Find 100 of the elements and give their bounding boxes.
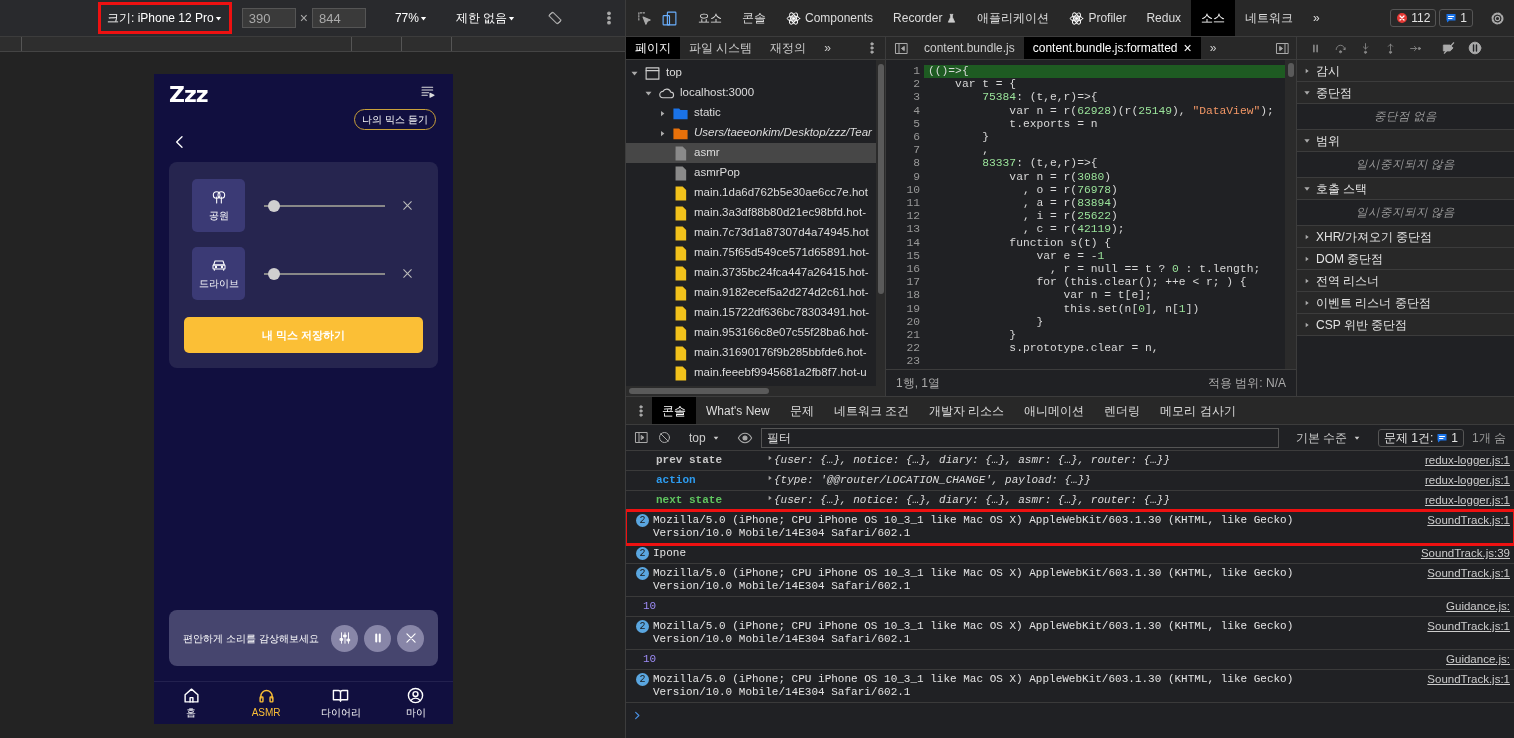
tree-item[interactable]: asmr <box>626 143 876 163</box>
more-tabs-button[interactable]: » <box>815 37 841 59</box>
drawer-tab[interactable]: 애니메이션 <box>1014 397 1095 424</box>
tree-item[interactable]: asmrPop <box>626 163 876 183</box>
pause-button[interactable] <box>364 624 391 652</box>
tree-item[interactable]: main.75f65d549ce571d65891.hot- <box>626 243 876 263</box>
drawer-tab[interactable]: 개발자 리소스 <box>919 397 1015 424</box>
tree-item[interactable]: main.feeebf9945681a2fb8f7.hot-u <box>626 363 876 383</box>
sidebar-toggle-icon[interactable] <box>634 430 649 445</box>
deactivate-breakpoints-icon[interactable] <box>1442 41 1456 55</box>
slider-thumb[interactable] <box>267 199 280 212</box>
log-level-dropdown[interactable]: 기본 수준 <box>1286 425 1370 450</box>
scrollbar-thumb[interactable] <box>629 388 769 394</box>
equalizer-button[interactable] <box>331 624 358 652</box>
panel-toggle-icon[interactable] <box>894 40 909 56</box>
tree-item[interactable]: main.7c73d1a87307d4a74945.hot <box>626 223 876 243</box>
source-link[interactable]: Guidance.js: <box>1446 653 1514 666</box>
source-link[interactable]: redux-logger.js:1 <box>1424 454 1514 467</box>
throttle-dropdown[interactable]: 제한 없음 <box>446 2 526 34</box>
sidebar-section-header[interactable]: CSP 위반 중단점 <box>1297 314 1514 336</box>
file-tab[interactable]: content.bundle.js <box>915 37 1024 59</box>
context-dropdown[interactable]: top <box>680 425 729 450</box>
drawer-tab[interactable]: 메모리 검사기 <box>1150 397 1246 424</box>
source-link[interactable]: redux-logger.js:1 <box>1424 494 1514 507</box>
devtools-tab[interactable]: 네트워크 <box>1235 0 1304 36</box>
source-link[interactable]: SoundTrack.js:39 <box>1420 547 1514 560</box>
devtools-tab[interactable]: Recorder <box>883 0 968 36</box>
tree-item[interactable]: main.1da6d762b5e30ae6cc7e.hot <box>626 183 876 203</box>
sidebar-section-header[interactable]: 호출 스택 <box>1297 178 1514 200</box>
nav-tab[interactable]: 다이어리 <box>315 686 366 720</box>
tree-item[interactable]: Users/taeeonkim/Desktop/zzz/Tear <box>626 123 876 143</box>
device-dropdown[interactable]: 크기: iPhone 12 Pro <box>98 2 232 34</box>
sidebar-section-header[interactable]: DOM 중단점 <box>1297 248 1514 270</box>
sidebar-section-header[interactable]: 감시 <box>1297 60 1514 82</box>
file-tab[interactable]: content.bundle.js:formatted × <box>1023 37 1201 59</box>
sound-tile[interactable]: 공원 <box>192 179 245 232</box>
tree-item[interactable]: main.15722df636bc78303491.hot- <box>626 303 876 323</box>
tree-item[interactable]: main.3735bc24fca447a26415.hot- <box>626 263 876 283</box>
close-tab-button[interactable]: × <box>1183 37 1192 59</box>
sidebar-section-header[interactable]: XHR/가져오기 중단점 <box>1297 226 1514 248</box>
scrollbar-thumb[interactable] <box>877 64 884 294</box>
close-button[interactable] <box>397 624 424 652</box>
height-field[interactable]: 844 <box>311 8 366 28</box>
expand-arrow-icon[interactable] <box>766 454 774 462</box>
tree-item[interactable]: main.953166c8e07c55f28ba6.hot- <box>626 323 876 343</box>
tree-item[interactable]: localhost:3000 <box>626 83 876 103</box>
devtools-tab[interactable]: Profiler <box>1059 0 1137 36</box>
width-field[interactable]: 390 <box>241 8 296 28</box>
sound-tile[interactable]: 드라이브 <box>192 247 245 300</box>
close-icon[interactable] <box>401 199 414 212</box>
more-tabs-button[interactable]: » <box>1303 0 1330 36</box>
nav-tab[interactable]: 마이 <box>390 686 441 720</box>
devtools-tab[interactable]: 애플리케이션 <box>967 0 1060 36</box>
devtools-tab[interactable]: 콘솔 <box>732 0 776 36</box>
source-link[interactable]: Guidance.js: <box>1446 600 1514 613</box>
nav-tab[interactable]: ASMR <box>241 686 292 720</box>
sidebar-section-header[interactable]: 전역 리스너 <box>1297 270 1514 292</box>
sidebar-section-header[interactable]: 중단점 <box>1297 82 1514 104</box>
tree-item[interactable]: main.3a3df88b80d21ec98bfd.hot- <box>626 203 876 223</box>
filter-field[interactable]: 필터 <box>760 427 1279 448</box>
clear-console-icon[interactable] <box>657 430 672 445</box>
more-tabs-button[interactable]: » <box>1200 37 1226 59</box>
drawer-tab[interactable]: 콘솔 <box>652 397 696 424</box>
error-count[interactable]: 112 <box>1390 9 1437 27</box>
playlist-icon[interactable] <box>420 84 436 100</box>
drawer-tab[interactable]: What's New <box>696 397 780 424</box>
source-link[interactable]: SoundTrack.js:1 <box>1427 620 1514 633</box>
panel-toggle-icon[interactable] <box>1275 40 1290 56</box>
inspect-icon[interactable] <box>636 9 653 27</box>
tree-item[interactable]: top <box>626 63 876 83</box>
devtools-tab[interactable]: 요소 <box>688 0 732 36</box>
close-icon[interactable] <box>401 267 414 280</box>
pause-on-exceptions-icon[interactable] <box>1468 41 1482 55</box>
navigator-tab[interactable]: 파일 시스템 <box>680 37 762 59</box>
drawer-tab[interactable]: 네트워크 조건 <box>823 397 919 424</box>
tree-item[interactable]: static <box>626 103 876 123</box>
zoom-dropdown[interactable]: 77% <box>385 2 437 34</box>
issues-counter[interactable]: 문제 1건: 1 <box>1377 428 1464 447</box>
drawer-tab[interactable]: 문제 <box>779 397 824 424</box>
nav-tab[interactable]: 홈 <box>166 686 217 720</box>
devtools-tab[interactable]: Components <box>776 0 884 36</box>
device-toolbar-icon[interactable] <box>661 9 678 27</box>
prompt-icon[interactable] <box>632 710 643 722</box>
rotate-icon[interactable] <box>547 10 564 26</box>
collapsed-arrow-icon[interactable] <box>658 128 667 138</box>
tree-item[interactable]: main.9182ecef5a2d274d2c61.hot- <box>626 283 876 303</box>
source-link[interactable]: redux-logger.js:1 <box>1424 474 1514 487</box>
drawer-tab[interactable]: 렌더링 <box>1094 397 1151 424</box>
source-link[interactable]: SoundTrack.js:1 <box>1427 567 1514 580</box>
devtools-tab[interactable]: Redux <box>1136 0 1192 36</box>
source-link[interactable]: SoundTrack.js:1 <box>1427 514 1514 527</box>
devtools-tab[interactable]: 소스 <box>1191 0 1236 36</box>
sidebar-section-header[interactable]: 범위 <box>1297 130 1514 152</box>
source-link[interactable]: SoundTrack.js:1 <box>1427 673 1514 686</box>
collapsed-arrow-icon[interactable] <box>658 108 667 118</box>
scrollbar-thumb[interactable] <box>1287 63 1294 77</box>
navigator-tab[interactable]: 페이지 <box>626 37 680 59</box>
message-count[interactable]: 1 <box>1439 9 1473 27</box>
expand-arrow-icon[interactable] <box>766 474 774 482</box>
expand-arrow-icon[interactable] <box>766 494 774 502</box>
